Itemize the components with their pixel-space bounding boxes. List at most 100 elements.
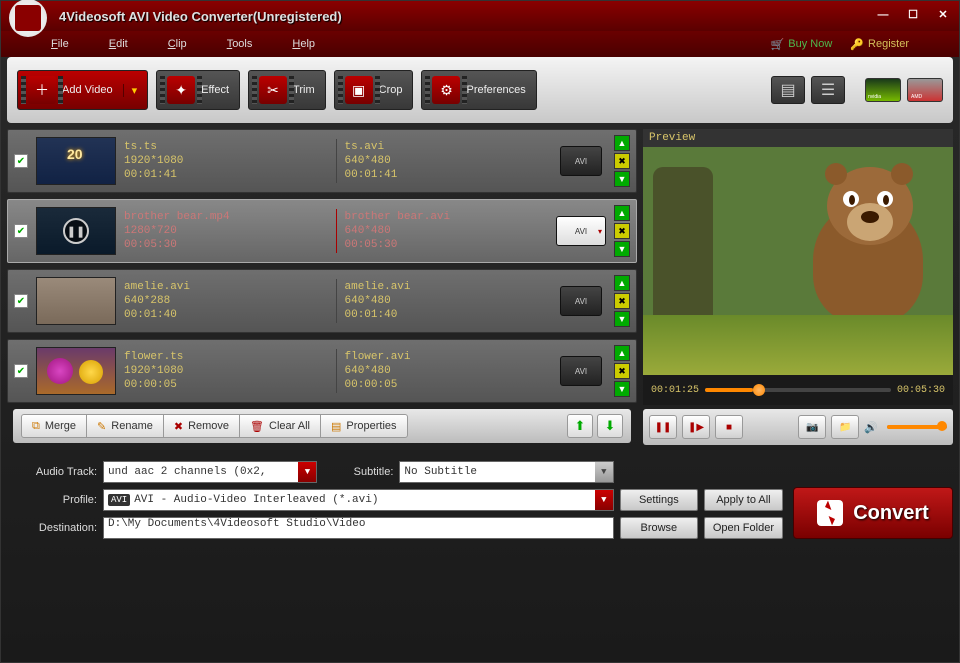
file-row[interactable]: ✔ flower.ts1920*108000:00:05 flower.avi6… — [7, 339, 637, 403]
window-title: 4Videosoft AVI Video Converter(Unregiste… — [59, 9, 875, 24]
source-meta: flower.ts1920*108000:00:05 — [124, 350, 328, 392]
format-button[interactable]: AVI — [560, 146, 602, 176]
volume-icon[interactable]: 🔊 — [864, 421, 878, 434]
file-row[interactable]: ✔ ❚❚ brother bear.mp41280*72000:05:30 br… — [7, 199, 637, 263]
sparkle-icon: ✦ — [167, 76, 195, 104]
preferences-button[interactable]: ⚙Preferences — [421, 70, 536, 110]
pencil-icon: ✎ — [97, 420, 106, 433]
format-button[interactable]: AVI — [556, 216, 606, 246]
apply-all-button[interactable]: Apply to All — [704, 489, 783, 511]
output-meta: brother bear.avi640*48000:05:30 — [345, 210, 549, 252]
subtitle-select[interactable]: No Subtitle▼ — [399, 461, 613, 483]
app-logo-icon — [9, 0, 47, 37]
row-checkbox[interactable]: ✔ — [14, 294, 28, 308]
volume-slider[interactable] — [887, 425, 947, 429]
row-checkbox[interactable]: ✔ — [14, 224, 28, 238]
thumbnail[interactable] — [36, 347, 116, 395]
remove-button[interactable]: ✖Remove — [163, 414, 240, 438]
file-list: ✔ ts.ts1920*108000:01:41 ts.avi640*48000… — [7, 129, 637, 449]
menu-help[interactable]: Help — [292, 38, 315, 50]
menu-clip[interactable]: Clip — [168, 38, 187, 50]
move-up-icon[interactable]: ▲ — [614, 135, 630, 151]
x-icon: ✖ — [174, 420, 183, 433]
pause-icon: ❚❚ — [63, 218, 89, 244]
row-checkbox[interactable]: ✔ — [14, 154, 28, 168]
open-folder-button[interactable]: Open Folder — [704, 517, 783, 539]
move-up-icon[interactable]: ▲ — [614, 275, 630, 291]
settings-button[interactable]: Settings — [620, 489, 698, 511]
add-video-button[interactable]: ＋ Add Video ▾ — [17, 70, 148, 110]
pause-button[interactable]: ❚❚ — [649, 415, 677, 439]
move-down-icon[interactable]: ▼ — [614, 241, 630, 257]
seek-slider[interactable] — [705, 388, 891, 392]
thumbnail[interactable] — [36, 277, 116, 325]
buy-now-link[interactable]: 🛒Buy Now — [771, 38, 833, 51]
list-move-down-button[interactable]: ⬇ — [597, 414, 623, 438]
stop-button[interactable]: ■ — [715, 415, 743, 439]
move-down-icon[interactable]: ▼ — [614, 311, 630, 327]
source-meta: ts.ts1920*108000:01:41 — [124, 140, 328, 182]
menu-file[interactable]: File — [51, 38, 69, 50]
move-up-icon[interactable]: ▲ — [614, 205, 630, 221]
thumbnail[interactable] — [36, 137, 116, 185]
toolbar: ＋ Add Video ▾ ✦Effect ✂Trim ▣Crop ⚙Prefe… — [7, 57, 953, 123]
thumbnail[interactable]: ❚❚ — [36, 207, 116, 255]
menu-tools[interactable]: Tools — [227, 38, 253, 50]
view-list-button[interactable]: ☰ — [811, 76, 845, 104]
clear-all-button[interactable]: 🗑Clear All — [239, 414, 321, 438]
format-button[interactable]: AVI — [560, 286, 602, 316]
file-row[interactable]: ✔ amelie.avi640*28800:01:40 amelie.avi64… — [7, 269, 637, 333]
register-link[interactable]: 🔑Register — [850, 38, 909, 51]
snapshot-button[interactable]: 📷 — [798, 415, 826, 439]
preview-screen[interactable] — [643, 147, 953, 375]
output-meta: ts.avi640*48000:01:41 — [345, 140, 549, 182]
maximize-button[interactable]: ☐ — [905, 8, 921, 24]
chevron-down-icon: ▼ — [298, 462, 316, 482]
info-icon: ▤ — [331, 420, 341, 433]
format-button[interactable]: AVI — [560, 356, 602, 386]
list-move-up-button[interactable]: ⬆ — [567, 414, 593, 438]
convert-icon — [817, 500, 843, 526]
convert-button[interactable]: Convert — [793, 487, 953, 539]
minimize-button[interactable]: — — [875, 8, 891, 24]
snapshot-folder-button[interactable]: 📁 — [831, 415, 859, 439]
key-icon: 🔑 — [850, 38, 864, 51]
remove-row-icon[interactable]: ✖ — [614, 223, 630, 239]
browse-button[interactable]: Browse — [620, 517, 698, 539]
menu-edit[interactable]: Edit — [109, 38, 128, 50]
remove-row-icon[interactable]: ✖ — [614, 153, 630, 169]
profile-select[interactable]: AVI AVI - Audio-Video Interleaved (*.avi… — [103, 489, 614, 511]
close-button[interactable]: ✕ — [935, 8, 951, 24]
effect-button[interactable]: ✦Effect — [156, 70, 240, 110]
rename-button[interactable]: ✎Rename — [86, 414, 164, 438]
move-down-icon[interactable]: ▼ — [614, 171, 630, 187]
audio-track-select[interactable]: und aac 2 channels (0x2,▼ — [103, 461, 317, 483]
preview-controls: ❚❚ ❚▶ ■ 📷 📁 🔊 — [643, 409, 953, 445]
profile-label: Profile: — [7, 494, 97, 506]
row-checkbox[interactable]: ✔ — [14, 364, 28, 378]
avi-icon: AVI — [108, 494, 130, 506]
move-up-icon[interactable]: ▲ — [614, 345, 630, 361]
merge-button[interactable]: ⧉Merge — [21, 414, 87, 438]
view-icons-button[interactable]: ▤ — [771, 76, 805, 104]
chevron-down-icon: ▼ — [595, 490, 613, 510]
nvidia-badge-icon — [865, 78, 901, 102]
merge-icon: ⧉ — [32, 420, 40, 433]
trim-button[interactable]: ✂Trim — [248, 70, 326, 110]
crop-button[interactable]: ▣Crop — [334, 70, 414, 110]
properties-button[interactable]: ▤Properties — [320, 414, 408, 438]
destination-input[interactable]: D:\My Documents\4Videosoft Studio\Video — [103, 517, 614, 539]
crop-icon: ▣ — [345, 76, 373, 104]
preview-label: Preview — [643, 129, 953, 147]
bottom-bar: Audio Track: und aac 2 channels (0x2,▼ S… — [1, 455, 959, 549]
add-video-dropdown-icon[interactable]: ▾ — [123, 84, 138, 97]
move-down-icon[interactable]: ▼ — [614, 381, 630, 397]
source-meta: brother bear.mp41280*72000:05:30 — [124, 210, 328, 252]
file-row[interactable]: ✔ ts.ts1920*108000:01:41 ts.avi640*48000… — [7, 129, 637, 193]
action-bar: ⧉Merge ✎Rename ✖Remove 🗑Clear All ▤Prope… — [13, 409, 631, 443]
source-meta: amelie.avi640*28800:01:40 — [124, 280, 328, 322]
remove-row-icon[interactable]: ✖ — [614, 363, 630, 379]
remove-row-icon[interactable]: ✖ — [614, 293, 630, 309]
add-video-label: Add Video — [62, 84, 113, 96]
step-button[interactable]: ❚▶ — [682, 415, 710, 439]
